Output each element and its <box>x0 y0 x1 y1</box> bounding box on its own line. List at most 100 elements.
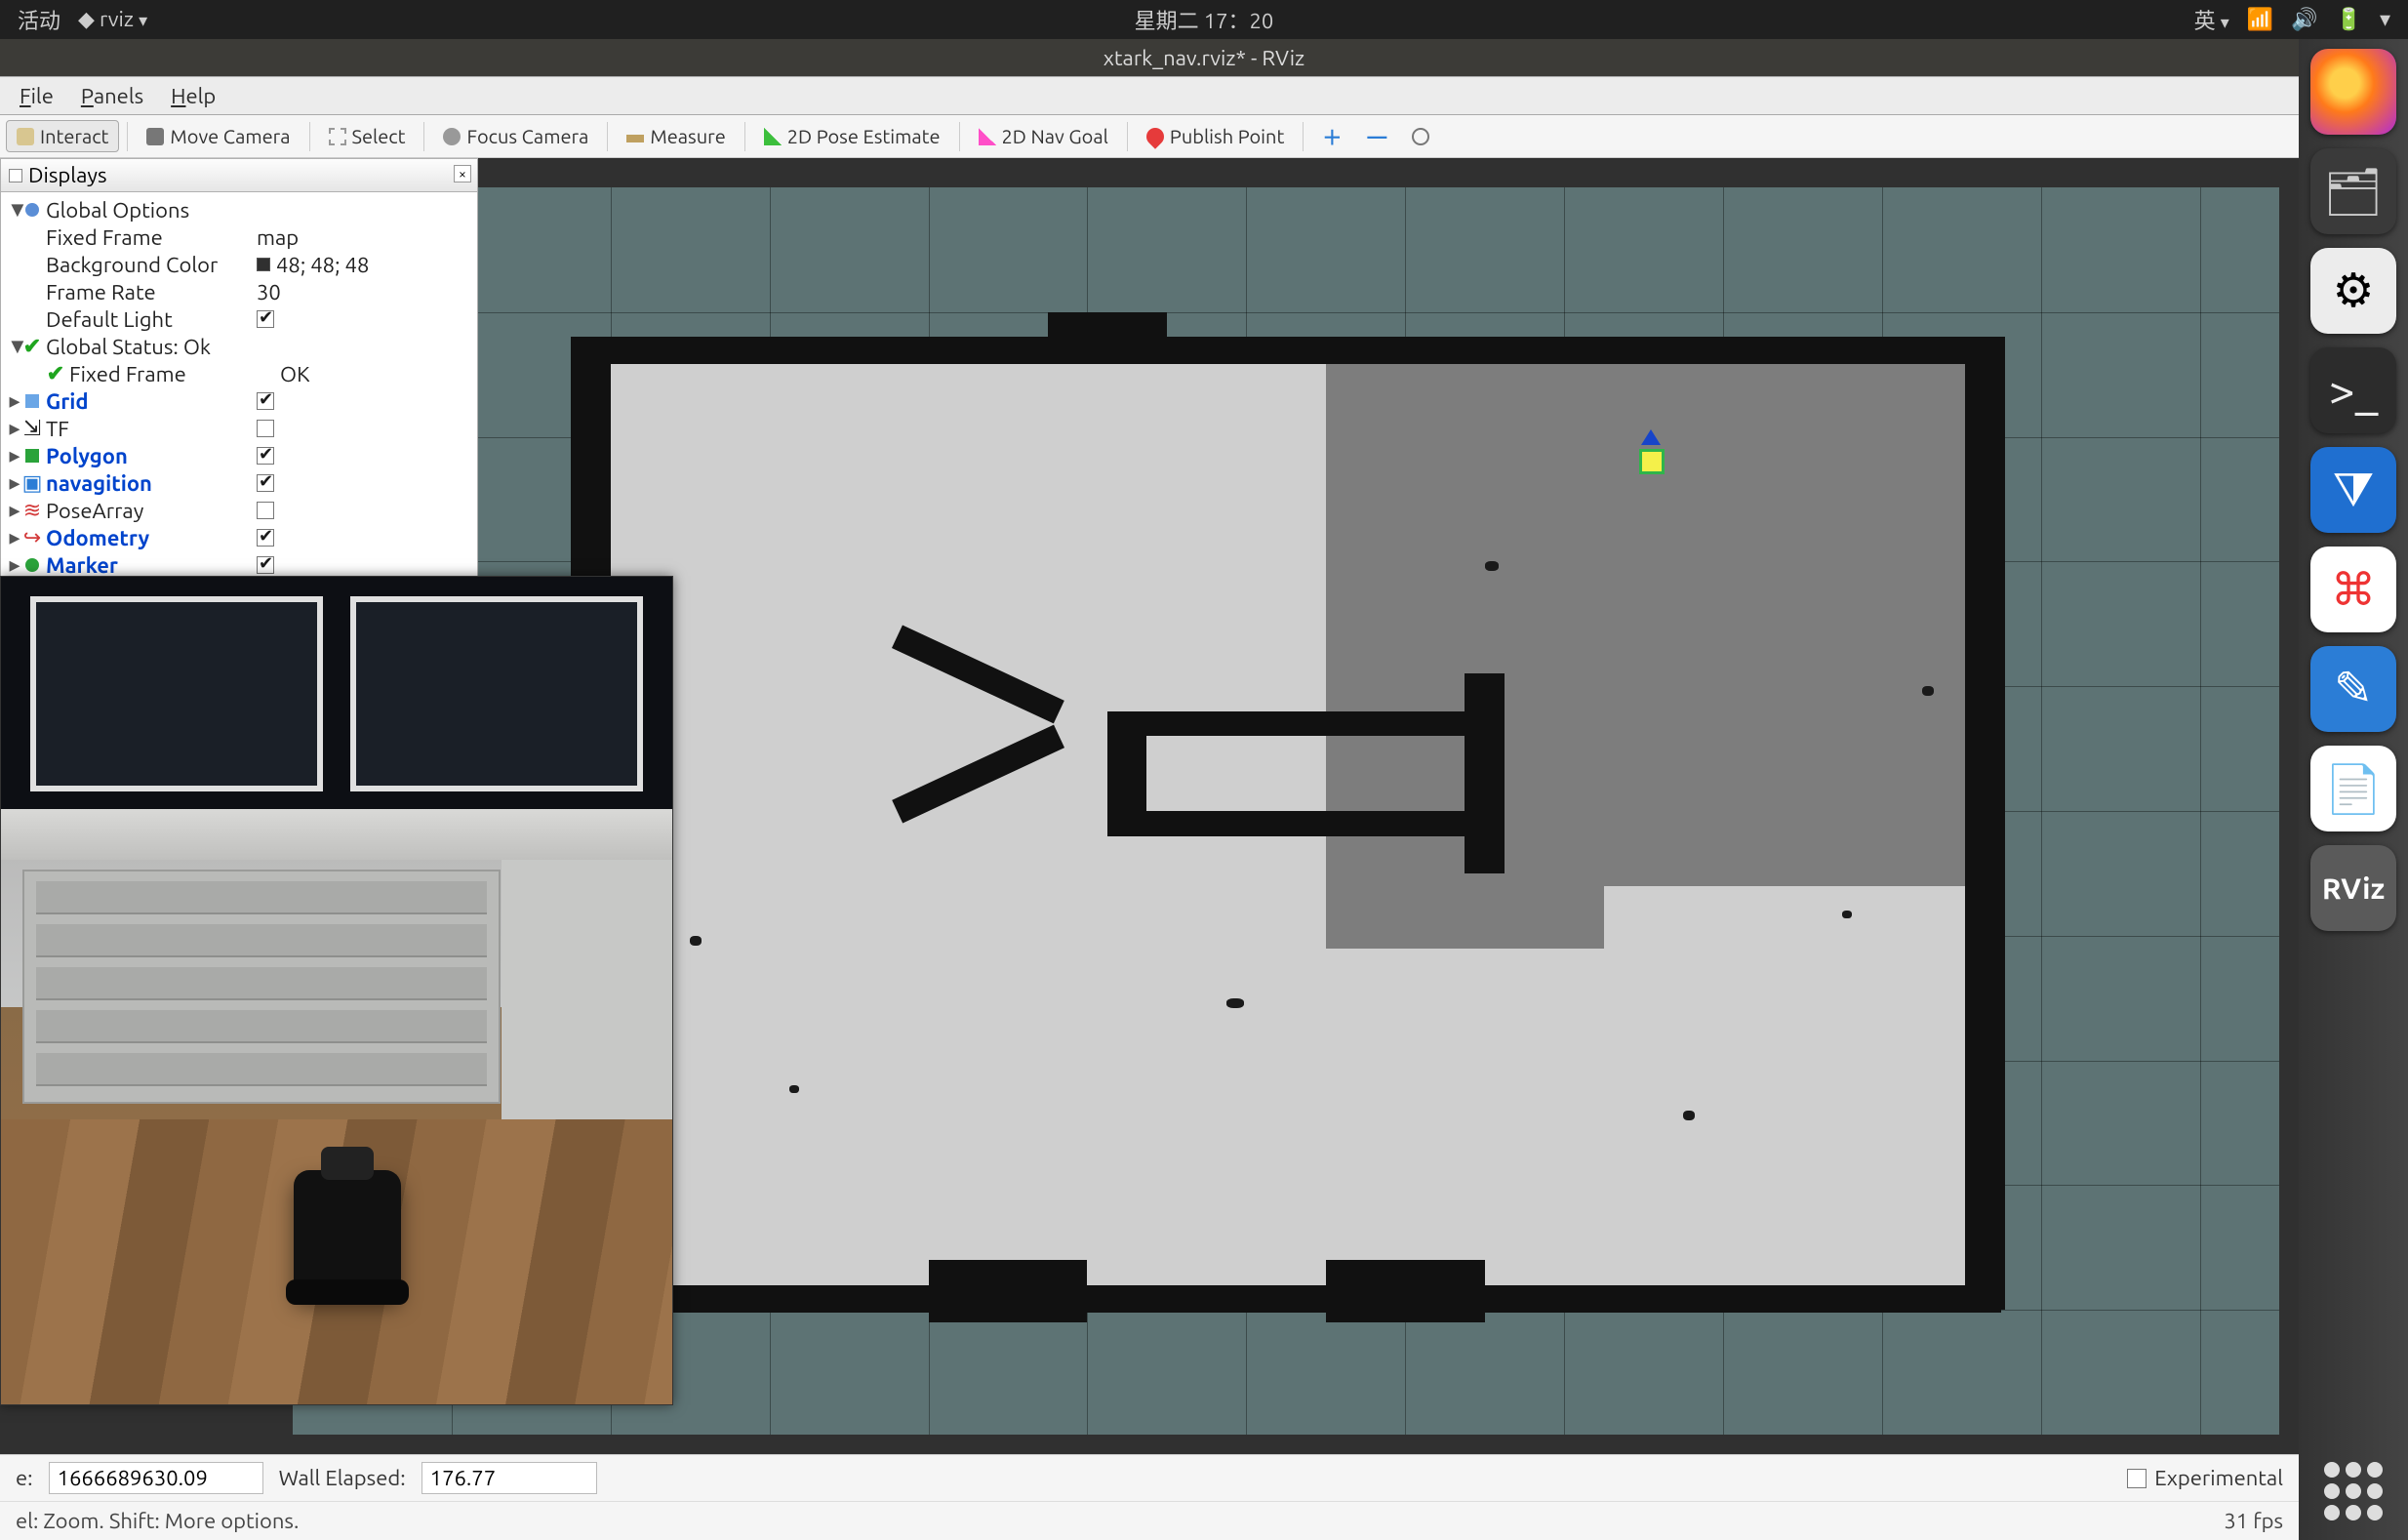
fps-label: 31 fps <box>2224 1509 2283 1533</box>
folder-icon: ▣ <box>22 470 42 496</box>
menu-panels[interactable]: Panels <box>81 84 143 108</box>
dock-libreoffice[interactable]: 📄 <box>2310 746 2396 831</box>
tool-publish-point[interactable]: Publish Point <box>1136 120 1295 152</box>
tree-background-color[interactable]: Background Color 48; 48; 48 <box>7 251 471 278</box>
tool-interact[interactable]: Interact <box>6 120 119 152</box>
panel-title-label: Displays <box>28 163 107 187</box>
tree-item-grid[interactable]: ▸ Grid <box>7 387 471 415</box>
panel-title-bar[interactable]: Displays × <box>1 159 477 192</box>
menu-bar: File Panels Help <box>0 76 2408 115</box>
tool-add[interactable]: ＋ <box>1311 117 1352 155</box>
tree-default-light[interactable]: Default Light <box>7 305 471 333</box>
tree-item-odometry[interactable]: ▸↪ Odometry <box>7 524 471 551</box>
checkbox[interactable] <box>257 447 274 465</box>
dock-gedit[interactable]: ✎ <box>2310 646 2396 732</box>
main-area: Displays × ▼ Global Options Fixed Frame … <box>0 158 2299 1540</box>
dock-show-applications[interactable] <box>2324 1462 2383 1520</box>
dock-rviz[interactable]: RViz <box>2310 845 2396 931</box>
hint-bar: el: Zoom. Shift: More options. 31 fps <box>0 1501 2299 1540</box>
tree-frame-rate[interactable]: Frame Rate 30 <box>7 278 471 305</box>
nav-goal-marker <box>1633 443 1670 480</box>
terminal-icon: >_ <box>2329 364 2379 417</box>
wall-elapsed-label: Wall Elapsed: <box>279 1466 406 1490</box>
tree-item-navagition[interactable]: ▸▣ navagition <box>7 469 471 497</box>
tree-item-tf[interactable]: ▸⇲ TF <box>7 415 471 442</box>
tree-item-polygon[interactable]: ▸ Polygon <box>7 442 471 469</box>
clock[interactable]: 星期二 17：20 <box>1135 4 1274 35</box>
dock-baidu[interactable]: ⌘ <box>2310 547 2396 632</box>
tree-global-options[interactable]: ▼ Global Options <box>7 196 471 223</box>
arrow-pink-icon <box>979 128 996 145</box>
battery-icon[interactable]: 🔋 <box>2336 7 2362 32</box>
focus-icon <box>443 128 461 145</box>
tf-icon: ⇲ <box>22 416 42 441</box>
checkbox[interactable] <box>257 392 274 410</box>
hand-icon <box>17 128 34 145</box>
window-title-bar[interactable]: xtark_nav.rviz* - RViz <box>0 39 2408 76</box>
network-icon[interactable]: 📶 <box>2247 7 2273 32</box>
minus-icon: — <box>1367 125 1386 147</box>
ubuntu-dock: 🗂 ⚙ >_ ⧩ ⌘ ✎ 📄 RViz <box>2299 39 2408 1540</box>
plus-icon: ＋ <box>1322 122 1342 150</box>
tool-remove[interactable]: — <box>1356 120 1397 152</box>
panel-icon <box>9 169 22 182</box>
checkbox[interactable] <box>257 529 274 547</box>
tool-2d-pose-estimate[interactable]: 2D Pose Estimate <box>753 120 951 152</box>
marker-icon <box>25 558 39 572</box>
ros-time-field[interactable] <box>49 1462 263 1494</box>
color-swatch-icon <box>257 258 270 271</box>
tree-item-posearray[interactable]: ▸≋ PoseArray <box>7 497 471 524</box>
tree-item-marker[interactable]: ▸ Marker <box>7 551 471 579</box>
dock-settings[interactable]: ⚙ <box>2310 248 2396 334</box>
menu-file[interactable]: File <box>20 84 54 108</box>
tool-options[interactable] <box>1401 123 1440 150</box>
status-bar: e: Wall Elapsed: Experimental <box>0 1454 2299 1501</box>
chevron-down-icon: ▾ <box>139 11 147 30</box>
tool-bar: Interact Move Camera Select Focus Camera… <box>0 115 2408 158</box>
experimental-checkbox[interactable] <box>2127 1469 2147 1488</box>
polygon-icon <box>25 449 39 463</box>
select-icon <box>329 128 346 145</box>
window-title: xtark_nav.rviz* - RViz <box>1104 46 1304 70</box>
volume-icon[interactable]: 🔊 <box>2291 7 2317 32</box>
app-indicator[interactable]: ◆ rviz ▾ <box>78 7 147 32</box>
wall-elapsed-field[interactable] <box>421 1462 597 1494</box>
tool-move-camera[interactable]: Move Camera <box>136 120 301 152</box>
tool-2d-nav-goal[interactable]: 2D Nav Goal <box>968 120 1119 152</box>
robot <box>294 1170 401 1297</box>
grid-icon <box>25 394 39 408</box>
folder-icon: 🗂 <box>2324 164 2384 220</box>
gear-icon: ⚙ <box>2332 263 2374 318</box>
tool-measure[interactable]: Measure <box>616 120 736 152</box>
goal-square-icon <box>1639 449 1665 474</box>
menu-help[interactable]: Help <box>171 84 216 108</box>
check-icon: ✔ <box>46 361 65 386</box>
displays-tree[interactable]: ▼ Global Options Fixed Frame map Backgro… <box>1 192 477 614</box>
checkbox[interactable] <box>257 420 274 437</box>
dock-firefox[interactable] <box>2310 49 2396 135</box>
checkbox[interactable] <box>257 556 274 574</box>
collapse-icon[interactable]: ▼ <box>7 197 22 223</box>
system-menu-icon[interactable]: ▾ <box>2380 7 2390 32</box>
dock-terminal[interactable]: >_ <box>2310 347 2396 433</box>
ruler-icon <box>626 135 644 142</box>
tool-focus-camera[interactable]: Focus Camera <box>432 120 599 152</box>
odometry-icon: ↪ <box>22 525 42 550</box>
document-icon: 📄 <box>2324 761 2383 817</box>
cloud-icon: ⌘ <box>2331 563 2376 616</box>
activities-label[interactable]: 活动 <box>18 4 60 35</box>
dock-vscode[interactable]: ⧩ <box>2310 447 2396 533</box>
displays-panel[interactable]: Displays × ▼ Global Options Fixed Frame … <box>0 158 478 615</box>
panel-close-button[interactable]: × <box>454 165 471 182</box>
tree-global-status[interactable]: ▼ ✔ Global Status: Ok <box>7 333 471 360</box>
checkbox[interactable] <box>257 502 274 519</box>
dock-files[interactable]: 🗂 <box>2310 148 2396 234</box>
ros-time-label: e: <box>16 1466 33 1490</box>
tree-fixed-frame[interactable]: Fixed Frame map <box>7 223 471 251</box>
input-language[interactable]: 英 ▾ <box>2194 4 2229 35</box>
tool-select[interactable]: Select <box>318 120 417 152</box>
checkbox[interactable] <box>257 474 274 492</box>
checkbox[interactable] <box>257 310 274 328</box>
tree-status-fixed-frame[interactable]: ✔ Fixed Frame OK <box>7 360 471 387</box>
hint-text: el: Zoom. Shift: More options. <box>16 1509 299 1533</box>
